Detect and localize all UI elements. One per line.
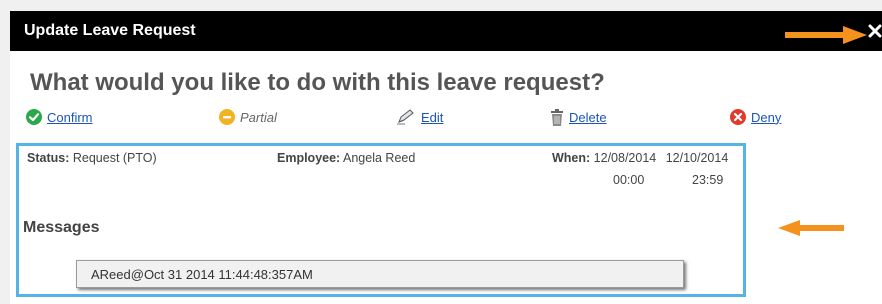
annotation-arrow-right	[785, 26, 867, 44]
dialog-titlebar: Update Leave Request	[10, 11, 882, 51]
employee-label: Employee:	[277, 151, 341, 165]
minus-circle-icon	[219, 109, 235, 125]
message-item: AReed@Oct 31 2014 11:44:48:357AM	[76, 260, 684, 288]
start-time: 00:00	[613, 173, 645, 187]
status-field: Status: Request (PTO)	[27, 151, 157, 165]
messages-header: Messages	[23, 219, 100, 236]
employee-field: Employee: Angela Reed	[277, 151, 415, 165]
update-leave-request-dialog: Update Leave Request What would you like…	[10, 11, 882, 304]
partial-action: Partial	[219, 107, 277, 127]
close-icon[interactable]	[868, 21, 882, 41]
when-label: When:	[552, 151, 591, 165]
when-field: When: 12/08/2014 12/10/2014	[552, 151, 728, 165]
x-circle-icon	[730, 109, 746, 125]
end-time: 23:59	[692, 173, 724, 187]
delete-link[interactable]: Delete	[569, 110, 607, 125]
check-circle-icon	[26, 109, 42, 125]
pencil-icon	[397, 109, 414, 125]
deny-action[interactable]: Deny	[730, 107, 781, 127]
trash-icon	[551, 108, 563, 126]
delete-action[interactable]: Delete	[550, 107, 607, 127]
edit-action[interactable]: Edit	[396, 107, 443, 127]
partial-label: Partial	[240, 109, 277, 125]
status-value: Request (PTO)	[72, 151, 157, 165]
status-label: Status:	[27, 151, 70, 165]
employee-value: Angela Reed	[343, 151, 416, 165]
end-date: 12/10/2014	[665, 151, 729, 165]
annotation-arrow-left	[778, 220, 844, 236]
deny-link[interactable]: Deny	[751, 110, 781, 125]
dialog-title: Update Leave Request	[24, 22, 196, 39]
confirm-link[interactable]: Confirm	[47, 110, 93, 125]
leave-details-panel: Status: Request (PTO) Employee: Angela R…	[16, 143, 746, 297]
edit-link[interactable]: Edit	[421, 110, 443, 125]
confirm-action[interactable]: Confirm	[26, 107, 93, 127]
dialog-question: What would you like to do with this leav…	[30, 69, 605, 96]
start-date: 12/08/2014	[593, 151, 657, 165]
